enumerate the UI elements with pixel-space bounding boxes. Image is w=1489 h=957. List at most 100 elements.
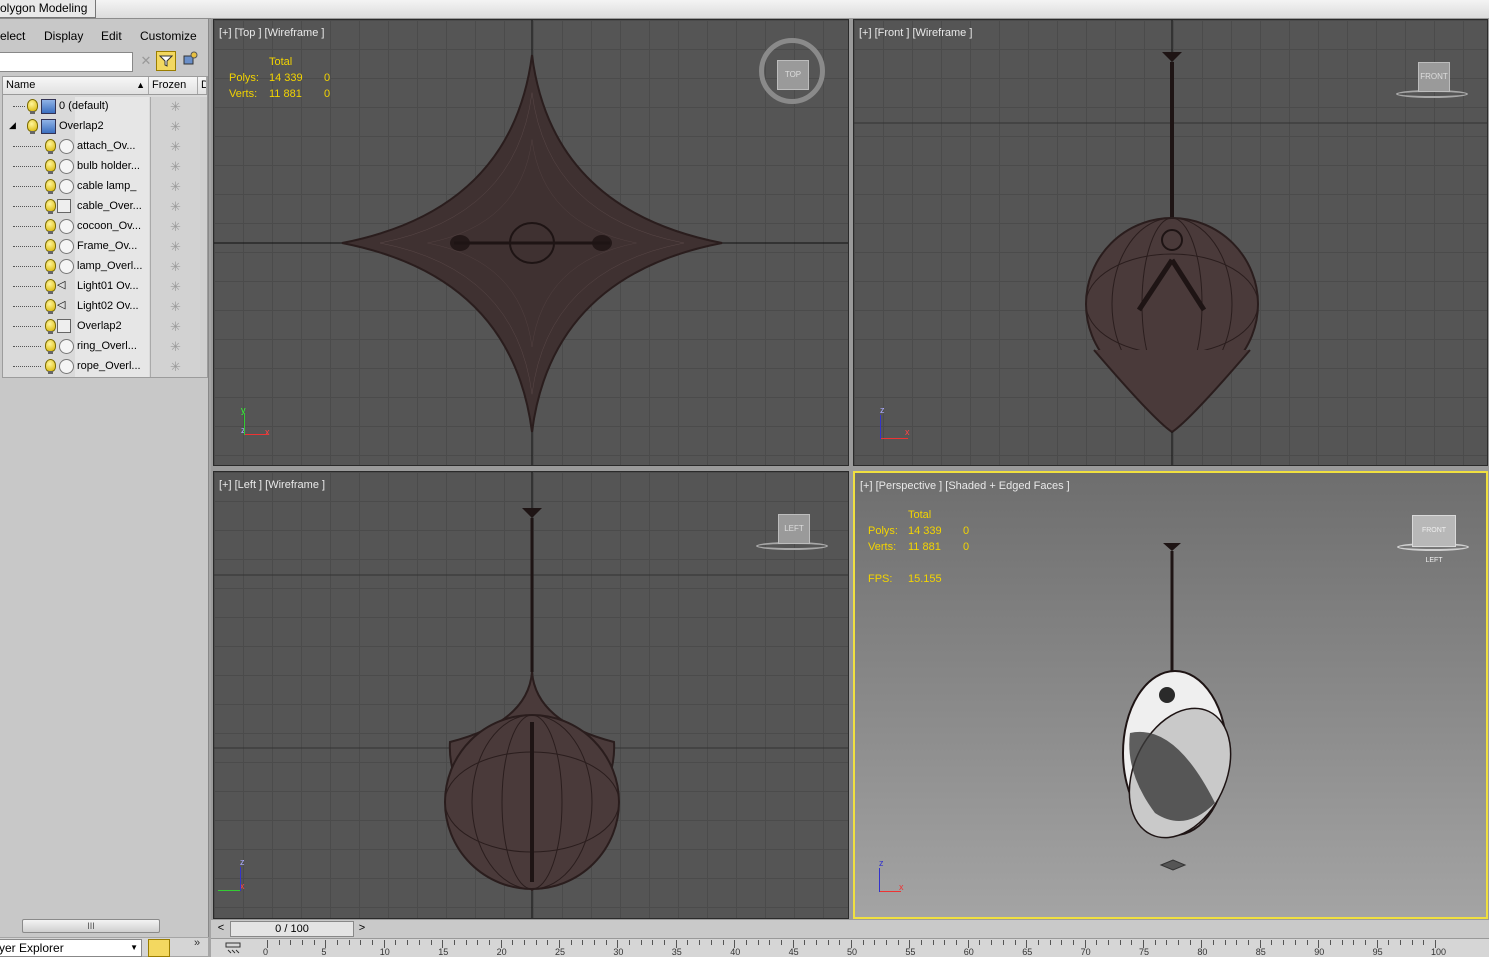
frozen-toggle[interactable]: ✳ (150, 317, 201, 337)
visibility-bulb-icon[interactable] (45, 179, 56, 194)
visibility-bulb-icon[interactable] (45, 139, 56, 154)
viewcube[interactable]: FRONT (1418, 62, 1450, 92)
frozen-toggle[interactable]: ✳ (150, 337, 201, 357)
frozen-toggle[interactable]: ✳ (150, 257, 201, 277)
table-row[interactable]: Frame_Ov... ✳ (3, 237, 207, 257)
ruler-tick (757, 940, 759, 945)
visibility-bulb-icon[interactable] (45, 359, 56, 374)
visibility-bulb-icon[interactable] (27, 99, 38, 114)
frozen-toggle[interactable]: ✳ (150, 117, 201, 137)
ruler-tick (570, 940, 572, 945)
geometry-icon (59, 359, 74, 374)
explorer-select[interactable]: yer Explorer ▼ (0, 939, 142, 957)
viewport-front[interactable]: [+] [Front ] [Wireframe ] FRONT z x (853, 19, 1488, 466)
table-row[interactable]: cable lamp_ ✳ (3, 177, 207, 197)
visibility-bulb-icon[interactable] (45, 199, 56, 214)
ruler-tick (944, 940, 946, 945)
frozen-toggle[interactable]: ✳ (150, 217, 201, 237)
column-header-d[interactable]: D (198, 77, 207, 94)
table-row[interactable]: ◁ Light02 Ov... ✳ (3, 297, 207, 317)
frozen-toggle[interactable]: ✳ (150, 297, 201, 317)
frozen-toggle[interactable]: ✳ (150, 237, 201, 257)
viewport-top[interactable]: [+] [Top ] [Wireframe ] Total Polys: 14 … (213, 19, 849, 466)
menu-customize[interactable]: Customize (140, 29, 197, 43)
ruler-tick (921, 940, 923, 945)
table-row[interactable]: ◢ Overlap2 ✳ (3, 117, 207, 137)
ruler-tick (874, 940, 876, 945)
ruler-tick (769, 940, 771, 945)
frozen-toggle[interactable]: ✳ (150, 197, 201, 217)
horizontal-scrollbar[interactable]: III (22, 919, 160, 933)
ruler-tick (512, 940, 514, 945)
frozen-toggle[interactable]: ✳ (150, 137, 201, 157)
filter-icon[interactable] (156, 51, 176, 71)
visibility-bulb-icon[interactable] (27, 119, 38, 134)
sort-ascending-icon: ▲ (136, 80, 145, 90)
tree-connector (13, 226, 41, 227)
viewcube[interactable]: TOP (777, 60, 809, 90)
table-row[interactable]: cocoon_Ov... ✳ (3, 217, 207, 237)
row-label: Frame_Ov... (77, 240, 138, 252)
time-prev-button[interactable]: < (214, 921, 228, 935)
frozen-toggle[interactable]: ✳ (150, 277, 201, 297)
ruler-tick (1189, 940, 1191, 945)
visibility-bulb-icon[interactable] (45, 319, 56, 334)
visibility-bulb-icon[interactable] (45, 159, 56, 174)
visibility-bulb-icon[interactable] (45, 279, 56, 294)
table-row[interactable]: 0 (default) ✳ (3, 97, 207, 117)
menu-edit[interactable]: Edit (101, 29, 122, 43)
viewport-left[interactable]: [+] [Left ] [Wireframe ] LEFT z x (213, 471, 849, 919)
ruler-tick (1364, 940, 1366, 945)
frozen-toggle[interactable]: ✳ (150, 357, 201, 377)
table-row[interactable]: rope_Overl... ✳ (3, 357, 207, 377)
options-icon[interactable] (180, 51, 200, 71)
menu-display[interactable]: Display (44, 29, 83, 43)
frozen-toggle[interactable]: ✳ (150, 157, 201, 177)
frozen-toggle[interactable]: ✳ (150, 177, 201, 197)
clear-search-icon[interactable]: ✕ (136, 51, 156, 71)
viewcube[interactable]: LEFT (778, 514, 810, 544)
table-row[interactable]: bulb holder... ✳ (3, 157, 207, 177)
expand-icon[interactable]: » (194, 937, 200, 949)
axis-gizmo: z x (218, 857, 252, 891)
ruler-tick (932, 940, 934, 945)
row-label: Overlap2 (77, 320, 122, 332)
layer-explorer-icon[interactable] (148, 939, 170, 957)
column-header-name[interactable]: Name ▲ (3, 77, 149, 94)
frozen-toggle[interactable]: ✳ (150, 97, 201, 117)
time-next-button[interactable]: > (355, 921, 369, 935)
ruler-tick (979, 940, 981, 945)
table-row[interactable]: attach_Ov... ✳ (3, 137, 207, 157)
expand-arrow-icon[interactable]: ◢ (9, 120, 16, 131)
table-row[interactable]: Overlap2 ✳ (3, 317, 207, 337)
ruler-tick (418, 940, 420, 945)
ruler-tick (1049, 940, 1051, 945)
visibility-bulb-icon[interactable] (45, 239, 56, 254)
visibility-bulb-icon[interactable] (45, 299, 56, 314)
row-d-cell (200, 237, 207, 257)
light-icon: ◁ (57, 279, 66, 291)
table-row[interactable]: ring_Overl... ✳ (3, 337, 207, 357)
ruler-tick (1306, 940, 1308, 945)
viewport-perspective[interactable]: [+] [Perspective ] [Shaded + Edged Faces… (853, 471, 1488, 919)
table-row[interactable]: ◁ Light01 Ov... ✳ (3, 277, 207, 297)
table-row[interactable]: lamp_Overl... ✳ (3, 257, 207, 277)
time-slider[interactable]: 0 / 100 (230, 921, 354, 937)
tree-connector (13, 286, 41, 287)
ruler-tick (594, 940, 596, 945)
visibility-bulb-icon[interactable] (45, 219, 56, 234)
visibility-bulb-icon[interactable] (45, 259, 56, 274)
key-mode-icon[interactable] (225, 942, 241, 954)
table-row[interactable]: cable_Over... ✳ (3, 197, 207, 217)
menu-select[interactable]: elect (0, 29, 25, 43)
tree-connector (13, 166, 41, 167)
ruler-tick (1411, 940, 1413, 945)
ruler-tick (1002, 940, 1004, 945)
ruler-tick (886, 940, 888, 945)
ribbon-tab-polygon-modeling[interactable]: olygon Modeling (0, 0, 97, 18)
viewcube[interactable]: FRONT LEFT (1412, 515, 1456, 564)
search-input[interactable] (0, 52, 133, 72)
visibility-bulb-icon[interactable] (45, 339, 56, 354)
ruler-tick (1119, 940, 1121, 945)
column-header-frozen[interactable]: Frozen (149, 77, 198, 94)
